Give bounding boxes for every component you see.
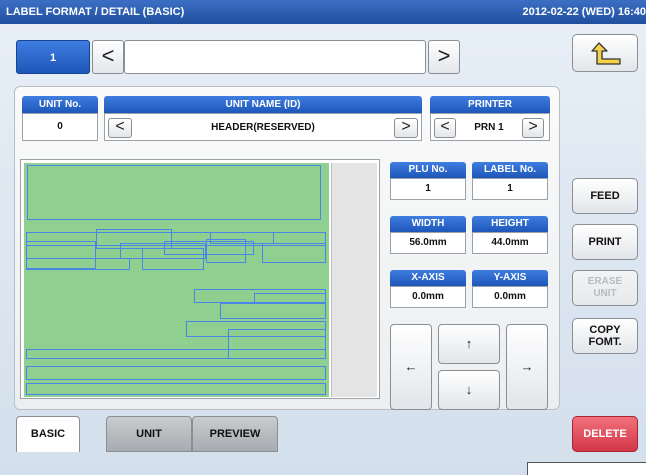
- width-label: WIDTH: [390, 216, 466, 232]
- preview-margin: [331, 163, 377, 397]
- screen-title: LABEL FORMAT / DETAIL (BASIC): [6, 6, 185, 18]
- title-bar: LABEL FORMAT / DETAIL (BASIC) 2012-02-22…: [0, 0, 646, 24]
- x-axis-label: X-AXIS: [390, 270, 466, 286]
- printer-prev-button[interactable]: <: [434, 118, 456, 138]
- status-box: [527, 462, 646, 475]
- y-axis-label: Y-AXIS: [472, 270, 548, 286]
- x-axis-field[interactable]: 0.0mm: [390, 286, 466, 308]
- copy-format-button[interactable]: COPY FOMT.: [572, 318, 638, 354]
- printer-label: PRINTER: [430, 96, 550, 113]
- unit-no-label: UNIT No.: [22, 96, 98, 113]
- unit-no-field[interactable]: 0: [22, 113, 98, 141]
- back-button[interactable]: [572, 34, 638, 72]
- y-axis-field[interactable]: 0.0mm: [472, 286, 548, 308]
- format-name-field[interactable]: [124, 40, 426, 74]
- plu-no-label: PLU No.: [390, 162, 466, 178]
- tab-unit[interactable]: UNIT: [106, 416, 192, 452]
- field-box[interactable]: [27, 165, 321, 220]
- label-format-detail-screen: LABEL FORMAT / DETAIL (BASIC) 2012-02-22…: [0, 0, 646, 475]
- next-format-button[interactable]: >: [428, 40, 460, 74]
- feed-button[interactable]: FEED: [572, 178, 638, 214]
- field-box[interactable]: [26, 383, 326, 395]
- height-field[interactable]: 44.0mm: [472, 232, 548, 254]
- copy-format-line2: FOMT.: [588, 336, 622, 348]
- unit-name-value: HEADER(RESERVED): [211, 122, 315, 133]
- print-button[interactable]: PRINT: [572, 224, 638, 260]
- printer-value: PRN 1: [474, 122, 504, 133]
- label-no-label: LABEL No.: [472, 162, 548, 178]
- height-label: HEIGHT: [472, 216, 548, 232]
- unit-name-label: UNIT NAME (ID): [104, 96, 422, 113]
- erase-unit-line2: UNIT: [593, 288, 617, 299]
- plu-no-field[interactable]: 1: [390, 178, 466, 200]
- unit-name-next-button[interactable]: >: [394, 118, 418, 138]
- label-no-field[interactable]: 1: [472, 178, 548, 200]
- format-number-badge[interactable]: 1: [16, 40, 90, 74]
- width-field[interactable]: 56.0mm: [390, 232, 466, 254]
- return-arrow-icon: [591, 42, 621, 65]
- datetime-display: 2012-02-22 (WED) 16:40: [522, 6, 646, 18]
- move-down-button[interactable]: ↓: [438, 370, 500, 410]
- field-box[interactable]: [220, 303, 326, 319]
- move-right-button[interactable]: →: [506, 324, 548, 410]
- delete-button[interactable]: DELETE: [572, 416, 638, 452]
- field-box[interactable]: [254, 293, 326, 303]
- prev-format-button[interactable]: <: [92, 40, 124, 74]
- unit-name-prev-button[interactable]: <: [108, 118, 132, 138]
- move-up-button[interactable]: ↑: [438, 324, 500, 364]
- move-left-button[interactable]: ←: [390, 324, 432, 410]
- label-layout-preview[interactable]: [20, 159, 380, 399]
- copy-format-line1: COPY: [589, 324, 621, 336]
- printer-next-button[interactable]: >: [522, 118, 544, 138]
- field-box[interactable]: [262, 243, 326, 263]
- field-box[interactable]: [26, 258, 130, 270]
- field-box[interactable]: [26, 349, 326, 359]
- erase-unit-line1: ERASE: [587, 276, 623, 287]
- tab-preview[interactable]: PREVIEW: [192, 416, 278, 452]
- label-area: [24, 163, 329, 397]
- erase-unit-button[interactable]: ERASE UNIT: [572, 270, 638, 306]
- field-box[interactable]: [26, 366, 326, 380]
- tab-basic[interactable]: BASIC: [16, 416, 80, 452]
